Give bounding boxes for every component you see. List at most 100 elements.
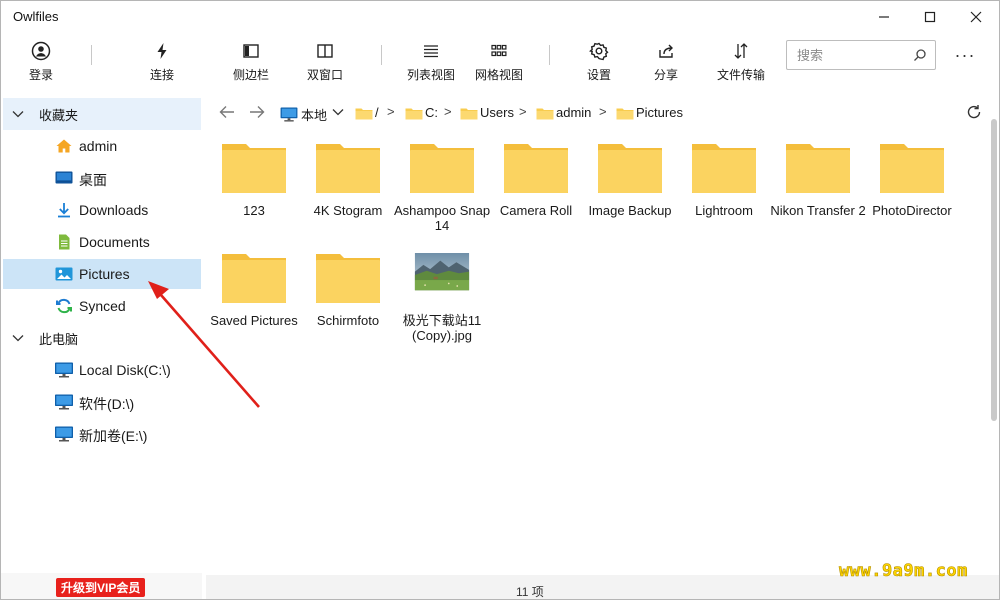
breadcrumb-item[interactable]: Users bbox=[460, 105, 514, 120]
breadcrumb-item[interactable]: / bbox=[355, 105, 379, 120]
gear-icon bbox=[589, 42, 609, 61]
sidebar-item-label: 桌面 bbox=[79, 172, 107, 188]
sidebar-item-label: admin bbox=[79, 138, 118, 154]
file-tile-folder[interactable]: Saved Pictures bbox=[207, 239, 301, 345]
toolbar-divider bbox=[91, 45, 92, 65]
file-name: 4K Stogram bbox=[313, 203, 383, 218]
refresh-button[interactable] bbox=[965, 104, 983, 120]
breadcrumb-label: Users bbox=[480, 105, 514, 120]
picture-icon bbox=[55, 267, 73, 281]
sidebar-group-this-pc[interactable]: 此电脑 bbox=[3, 322, 201, 354]
address-bar: 本地 / > C: > Users > admin > Pictures bbox=[202, 95, 999, 129]
breadcrumb-separator: > bbox=[519, 104, 527, 119]
folder-icon bbox=[536, 108, 554, 119]
file-tile-folder[interactable]: Camera Roll bbox=[489, 129, 583, 235]
folder-icon bbox=[598, 144, 662, 193]
user-icon bbox=[31, 41, 51, 61]
file-tile-folder[interactable]: Nikon Transfer 2 bbox=[770, 129, 866, 235]
file-name: 123 bbox=[243, 203, 265, 218]
file-name: Schirmfoto bbox=[316, 313, 380, 328]
sidebar-item-downloads[interactable]: Downloads bbox=[3, 195, 201, 225]
breadcrumb-item[interactable]: C: bbox=[405, 105, 438, 120]
file-tile-folder[interactable]: Ashampoo Snap 14 bbox=[393, 129, 491, 235]
chevron-down-icon bbox=[12, 111, 24, 118]
grid-view-icon bbox=[491, 44, 507, 57]
share-button[interactable]: 分享 bbox=[654, 41, 678, 85]
location-dropdown[interactable] bbox=[329, 104, 347, 120]
close-icon bbox=[970, 11, 982, 23]
list-view-button[interactable]: 列表视图 bbox=[407, 41, 455, 85]
sidebar: 收藏夹 admin 桌面 Downloads Documents Picture… bbox=[1, 95, 202, 573]
dual-pane-icon bbox=[317, 44, 333, 58]
sidebar-item-pictures[interactable]: Pictures bbox=[3, 259, 201, 289]
breadcrumb-separator: > bbox=[387, 104, 395, 119]
minimize-icon bbox=[879, 16, 889, 18]
sidebar-item-drive-e[interactable]: 新加卷(E:\) bbox=[3, 419, 201, 449]
sync-icon bbox=[56, 298, 72, 314]
sidebar-item-label: Downloads bbox=[79, 202, 149, 218]
sidebar-item-drive-d[interactable]: 软件(D:\) bbox=[3, 387, 201, 417]
close-button[interactable] bbox=[953, 1, 999, 33]
search-box bbox=[786, 40, 936, 70]
upgrade-vip-button[interactable]: 升级到VIP会员 bbox=[56, 578, 146, 597]
sidebar-item-desktop[interactable]: 桌面 bbox=[3, 163, 201, 193]
sidebar-item-drive-c[interactable]: Local Disk(C:\) bbox=[3, 355, 201, 385]
file-name: PhotoDirector bbox=[872, 203, 952, 218]
file-name: Nikon Transfer 2 bbox=[770, 203, 866, 218]
item-count: 11 项 bbox=[516, 585, 544, 599]
sidebar-group-label: 收藏夹 bbox=[39, 107, 79, 123]
breadcrumb-item[interactable]: admin bbox=[536, 105, 591, 120]
minimize-button[interactable] bbox=[861, 1, 907, 33]
search-icon[interactable] bbox=[913, 48, 927, 62]
list-view-icon bbox=[423, 45, 438, 58]
file-tile-folder[interactable]: Image Backup bbox=[583, 129, 677, 235]
folder-icon bbox=[405, 108, 423, 119]
file-name: Camera Roll bbox=[499, 203, 573, 218]
breadcrumb-label: C: bbox=[425, 105, 438, 120]
file-name: Ashampoo Snap 14 bbox=[393, 203, 491, 233]
connect-button[interactable]: 连接 bbox=[150, 41, 174, 85]
download-icon bbox=[58, 203, 70, 218]
sidebar-group-favorites[interactable]: 收藏夹 bbox=[3, 98, 201, 130]
search-input[interactable] bbox=[787, 41, 907, 69]
breadcrumb-item-current[interactable]: Pictures bbox=[616, 105, 683, 120]
sidebar-item-label: Documents bbox=[79, 234, 150, 250]
sidebar-toggle-button[interactable]: 侧边栏 bbox=[233, 41, 269, 85]
file-tile-folder[interactable]: 123 bbox=[207, 129, 301, 235]
sidebar-item-admin[interactable]: admin bbox=[3, 131, 201, 161]
sidebar-item-label: 软件(D:\) bbox=[79, 396, 135, 412]
file-name: 极光下载站11 (Copy).jpg bbox=[402, 313, 482, 343]
file-tile-folder[interactable]: Lightroom bbox=[677, 129, 771, 235]
back-button[interactable] bbox=[218, 104, 236, 120]
title-bar: Owlfiles bbox=[1, 1, 999, 33]
more-options-button[interactable]: ··· bbox=[953, 45, 977, 65]
folder-icon bbox=[222, 254, 286, 303]
arrow-right-icon bbox=[250, 106, 265, 118]
folder-icon bbox=[880, 144, 944, 193]
breadcrumb-label: / bbox=[375, 105, 379, 120]
file-tile-folder[interactable]: PhotoDirector bbox=[865, 129, 959, 235]
maximize-button[interactable] bbox=[907, 1, 953, 33]
folder-icon bbox=[786, 144, 850, 193]
file-tile-folder[interactable]: Schirmfoto bbox=[301, 239, 395, 345]
forward-button[interactable] bbox=[248, 104, 266, 120]
vertical-scrollbar[interactable] bbox=[991, 119, 997, 421]
file-tile-folder[interactable]: 4K Stogram bbox=[301, 129, 395, 235]
file-tile-image[interactable]: 极光下载站11 (Copy).jpg bbox=[395, 239, 489, 345]
sidebar-item-label: 新加卷(E:\) bbox=[79, 428, 148, 444]
sidebar-item-synced[interactable]: Synced bbox=[3, 291, 201, 321]
sidebar-item-documents[interactable]: Documents bbox=[3, 227, 201, 257]
monitor-icon bbox=[55, 426, 73, 442]
grid-view-button[interactable]: 网格视图 bbox=[475, 41, 523, 85]
settings-button[interactable]: 设置 bbox=[587, 41, 611, 85]
login-button[interactable]: 登录 bbox=[29, 41, 53, 85]
sidebar-item-label: Synced bbox=[79, 298, 126, 314]
desktop-icon bbox=[55, 171, 73, 184]
breadcrumb-root[interactable]: 本地 bbox=[279, 105, 327, 124]
file-transfer-button[interactable]: 文件传输 bbox=[717, 41, 765, 85]
dual-pane-button[interactable]: 双窗口 bbox=[307, 41, 343, 85]
folder-icon bbox=[460, 108, 478, 119]
folder-icon bbox=[616, 108, 634, 119]
breadcrumb-separator: > bbox=[599, 104, 607, 119]
home-icon bbox=[56, 139, 72, 153]
